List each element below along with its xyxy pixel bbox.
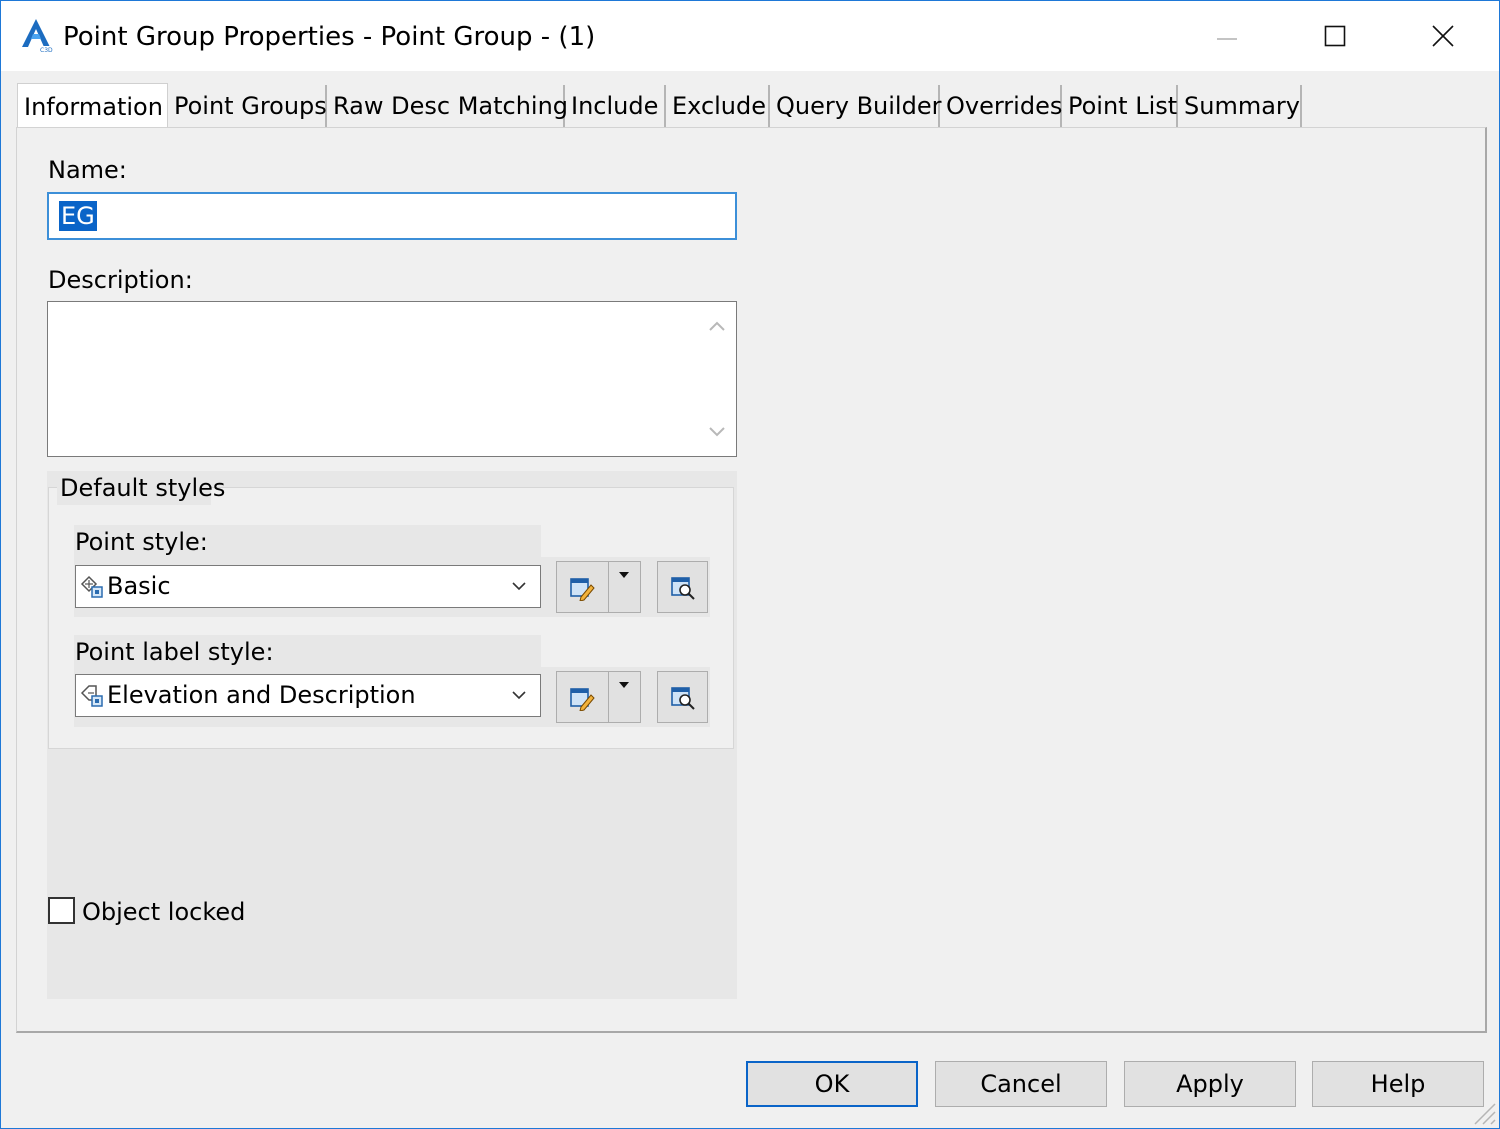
tab-exclude[interactable]: Exclude [666,85,770,127]
civil3d-app-icon: C3D [22,19,53,53]
minimize-icon [1217,38,1237,40]
window-title: Point Group Properties - Point Group - (… [63,22,596,52]
tab-information[interactable]: Information [17,83,168,129]
point-style-label: Point style: [75,528,208,556]
name-input[interactable]: EG [47,192,737,240]
title-bar: C3D Point Group Properties - Point Group… [1,1,1499,71]
scroll-down-icon [709,427,725,437]
name-label: Name: [48,156,127,184]
tab-include[interactable]: Include [565,85,666,127]
point-style-dropdown[interactable]: Basic [75,565,541,608]
edit-style-icon [570,578,595,601]
svg-text:C3D: C3D [40,47,53,53]
tab-strip: Information Point Groups Raw Desc Matchi… [17,83,1487,129]
split-divider [608,562,609,612]
point-style-pick-button[interactable] [657,561,708,613]
point-style-edit-split-button[interactable] [556,561,641,613]
tab-raw-desc-matching[interactable]: Raw Desc Matching [327,85,568,127]
pick-from-drawing-icon [671,577,695,600]
close-button[interactable] [1389,1,1497,71]
label-style-icon [80,685,103,707]
point-label-style-dropdown[interactable]: Elevation and Description [75,674,541,717]
edit-style-icon [570,688,595,711]
default-styles-label: Default styles [60,474,226,502]
object-locked-label: Object locked [82,898,246,926]
point-label-style-value: Elevation and Description [107,681,416,709]
tab-query-builder[interactable]: Query Builder [770,85,941,127]
dropdown-arrow-icon [619,572,629,578]
name-input-value: EG [59,201,97,231]
point-label-style-edit-split-button[interactable] [556,671,641,723]
split-divider [608,672,609,722]
scroll-up-icon [709,321,725,331]
close-icon [1432,25,1454,47]
apply-button[interactable]: Apply [1124,1061,1296,1107]
chevron-down-icon [512,582,526,591]
maximize-icon [1324,25,1346,47]
tab-overrides[interactable]: Overrides [940,85,1062,127]
point-style-value: Basic [107,572,171,600]
object-locked-checkbox[interactable] [48,897,75,924]
chevron-down-icon [512,691,526,700]
dropdown-arrow-icon [619,682,629,688]
tab-point-groups[interactable]: Point Groups [168,85,327,127]
pick-from-drawing-icon [671,687,695,710]
cancel-button[interactable]: Cancel [935,1061,1107,1107]
description-label: Description: [48,266,193,294]
minimize-button[interactable] [1173,1,1281,71]
point-label-style-pick-button[interactable] [657,671,708,723]
help-button[interactable]: Help [1312,1061,1484,1107]
dialog-window: C3D Point Group Properties - Point Group… [0,0,1500,1129]
ok-button[interactable]: OK [746,1061,918,1107]
maximize-button[interactable] [1281,1,1389,71]
description-textarea[interactable] [47,301,737,457]
description-scrollbar[interactable] [698,302,736,456]
tab-summary[interactable]: Summary [1178,85,1302,127]
point-style-icon [80,575,103,598]
resize-grip-icon[interactable] [1467,1096,1497,1126]
tab-point-list[interactable]: Point List [1062,85,1178,127]
point-label-style-label: Point label style: [75,638,274,666]
